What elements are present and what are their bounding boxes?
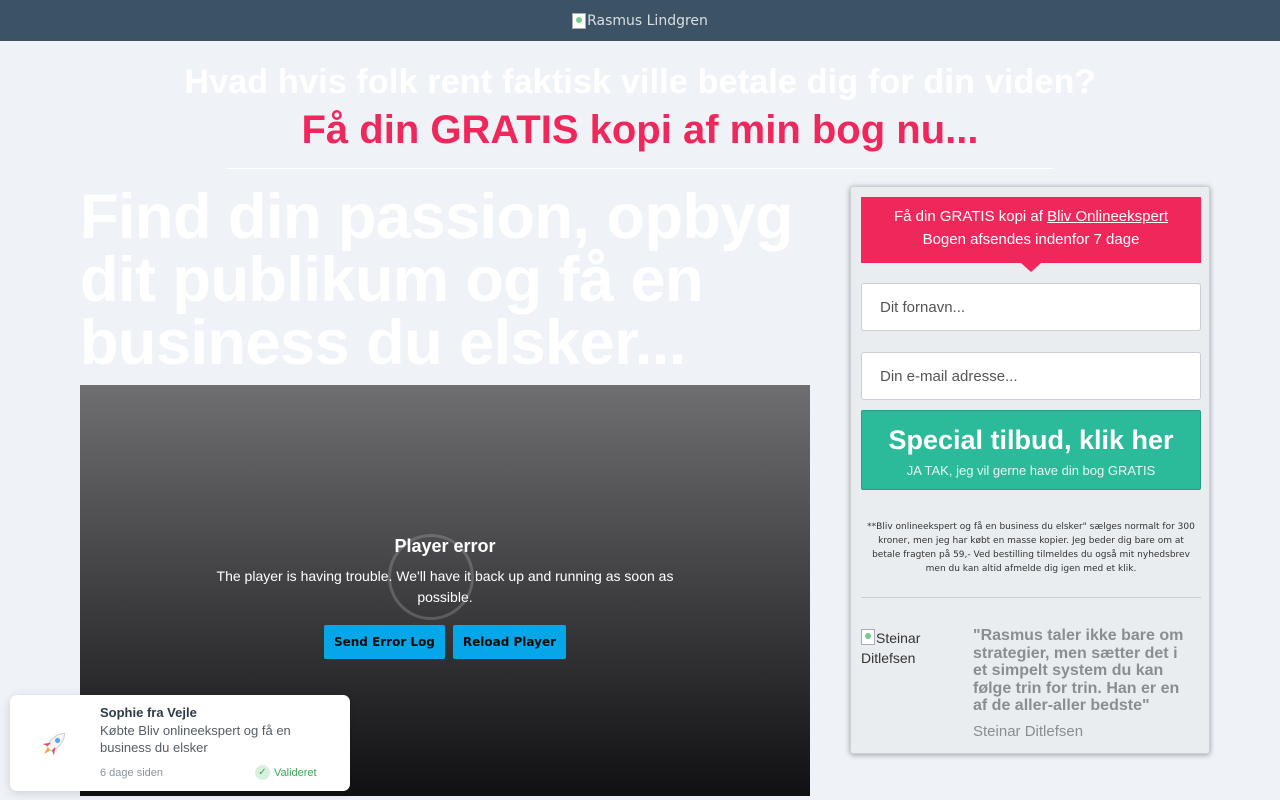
- signup-header-line2: Bogen afsendes indenfor 7 dage: [922, 231, 1140, 248]
- signup-panel-header: Få din GRATIS kopi af Bliv Onlineekspert…: [861, 197, 1201, 272]
- player-error-message: The player is having trouble. We'll have…: [216, 568, 674, 605]
- disclaimer-text: **Bliv onlineekspert og få en business d…: [867, 522, 1195, 574]
- testimonial-avatar: Steinar Ditlefsen: [861, 628, 961, 668]
- reload-player-button[interactable]: Reload Player: [452, 625, 567, 659]
- book-title-link[interactable]: Bliv Onlineekspert: [1047, 208, 1168, 225]
- broken-image-icon: [572, 12, 587, 29]
- testimonial-author: Steinar Ditlefsen: [973, 723, 1084, 740]
- firstname-input[interactable]: [861, 283, 1201, 331]
- cta-main-label: Special tilbud, klik her: [888, 425, 1174, 455]
- logo-alt-text: Rasmus Lindgren: [587, 12, 708, 29]
- cta-sub-label: JA TAK, jeg vil gerne have din bog GRATI…: [906, 463, 1156, 478]
- verified-label: Valideret: [274, 766, 317, 779]
- notification-text: Købte Bliv onlineekspert og få en busine…: [100, 723, 291, 755]
- header-arrow: [1021, 263, 1041, 272]
- signup-panel: Få din GRATIS kopi af Bliv Onlineekspert…: [850, 186, 1210, 754]
- top-bar: Rasmus Lindgren: [0, 0, 1280, 41]
- player-error-overlay: Player error The player is having troubl…: [80, 535, 810, 659]
- headline-question: Hvad hvis folk rent faktisk ville betale…: [184, 63, 1096, 101]
- panel-divider: [861, 597, 1201, 598]
- rocket-icon: [36, 727, 72, 761]
- broken-image-icon: [861, 629, 875, 645]
- check-icon: ✓: [255, 765, 270, 780]
- purchase-notification[interactable]: Sophie fra Vejle Købte Bliv onlineeksper…: [10, 695, 350, 791]
- signup-header-line1: Få din GRATIS kopi af Bliv Onlineekspert: [861, 205, 1201, 228]
- testimonial-quote: "Rasmus taler ikke bare om strategier, m…: [973, 627, 1184, 714]
- email-input[interactable]: [861, 352, 1201, 400]
- headline-divider: [227, 168, 1053, 169]
- verified-badge: ✓ Valideret: [255, 765, 317, 780]
- hero-title: Find din passion, opbyg dit publikum og …: [80, 182, 793, 378]
- cta-button[interactable]: Special tilbud, klik her JA TAK, jeg vil…: [861, 410, 1201, 490]
- player-error-buttons: Send Error Log Reload Player: [80, 625, 810, 659]
- headline-offer: Få din GRATIS kopi af min bog nu...: [301, 108, 979, 152]
- player-error-title: Player error: [394, 536, 496, 556]
- signup-header-prefix: Få din GRATIS kopi af: [893, 208, 1048, 225]
- notification-time: 6 dage siden: [100, 767, 163, 779]
- send-error-log-button[interactable]: Send Error Log: [323, 625, 445, 659]
- headline-block: Hvad hvis folk rent faktisk ville betale…: [0, 41, 1280, 169]
- notification-name: Sophie fra Vejle: [100, 705, 197, 720]
- logo[interactable]: Rasmus Lindgren: [572, 12, 708, 29]
